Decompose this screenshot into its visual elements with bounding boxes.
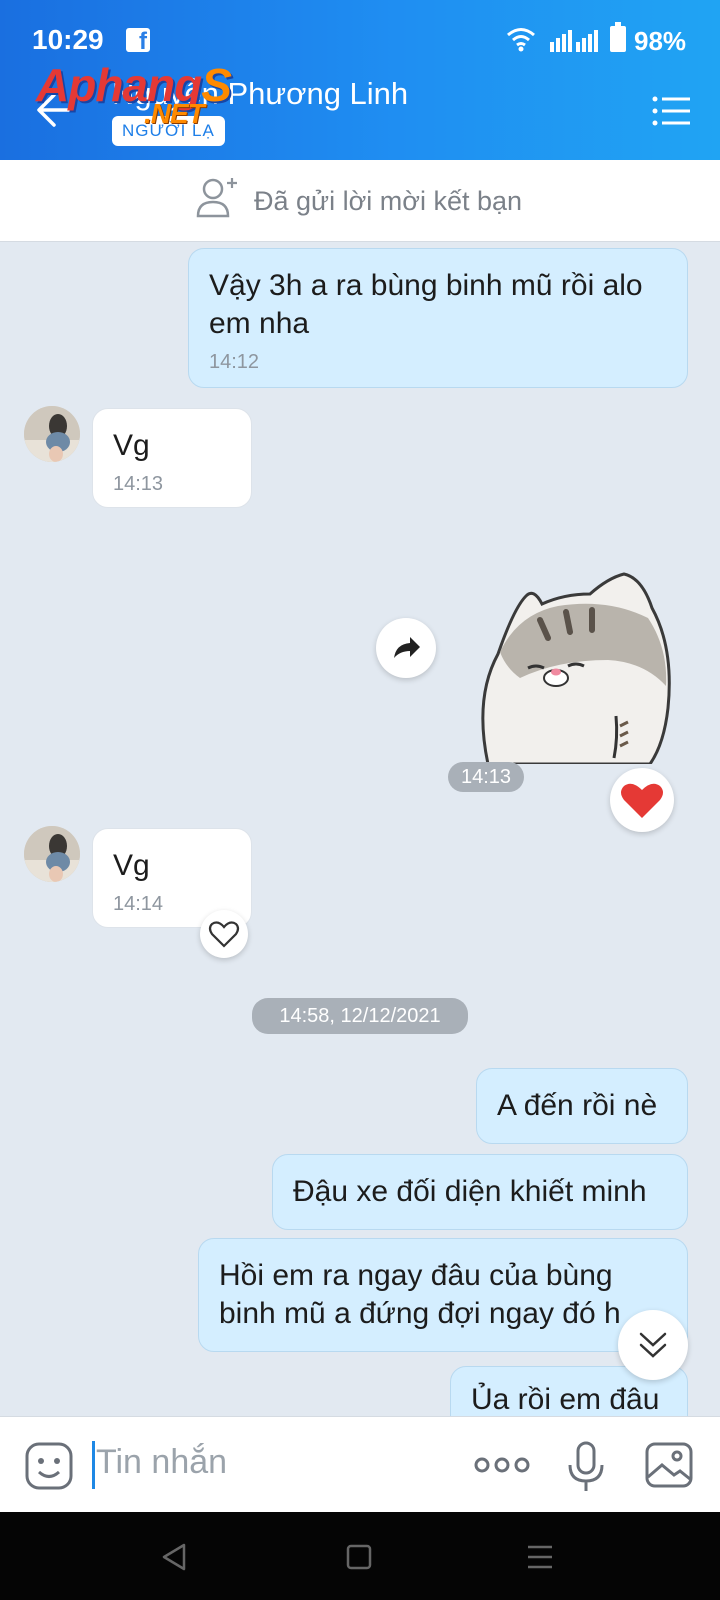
header-bar: 10:29 f 98% Nguyễn Phương Linh NGƯỜI LẠ … [0,0,720,160]
image-gallery-icon[interactable] [644,1441,694,1489]
message-text: Vg [113,849,150,882]
double-chevron-down-icon [639,1332,667,1358]
react-button[interactable] [200,910,248,958]
message-input-bar: Tin nhắn [0,1416,720,1512]
more-options-icon[interactable] [474,1455,530,1475]
message-bubble-sent[interactable]: Đậu xe đối diện khiết minh [272,1154,688,1230]
nav-recents-icon[interactable] [526,1544,554,1570]
forward-button[interactable] [376,618,436,678]
cat-sticker[interactable] [468,568,684,764]
list-menu-icon[interactable] [652,96,692,126]
message-bubble-received[interactable]: Vg 14:13 [92,408,252,508]
contact-avatar[interactable] [24,826,80,882]
friend-request-text: Đã gửi lời mời kết bạn [254,186,523,216]
system-navigation-bar [0,1512,720,1600]
message-text: Hồi em ra ngay đâu của bùng binh mũ a đứ… [219,1259,621,1330]
microphone-icon[interactable] [566,1441,606,1493]
message-text: Đậu xe đối diện khiết minh [293,1175,647,1208]
emoji-sticker-icon[interactable] [24,1441,74,1491]
message-bubble-sent[interactable]: A đến rồi nè [476,1068,688,1144]
message-input[interactable]: Tin nhắn [96,1443,227,1482]
text-caret [92,1441,95,1489]
message-text: Ủa rồi em đâu [471,1383,660,1416]
heart-icon [621,783,663,818]
status-time: 10:29 [32,24,104,55]
nav-back-icon[interactable] [160,1542,188,1572]
scroll-down-button[interactable] [618,1310,688,1380]
facebook-icon: f [126,28,150,54]
message-time-pill: 14:13 [448,762,524,792]
message-bubble-sent[interactable]: Vậy 3h a ra bùng binh mũ rồi alo em nha … [188,248,688,388]
message-text: A đến rồi nè [497,1089,658,1122]
add-friend-icon [196,178,237,218]
heart-outline-icon [208,921,240,948]
message-text: Vậy 3h a ra bùng binh mũ rồi alo em nha [209,269,643,340]
wifi-icon [507,28,535,52]
date-separator: 14:58, 12/12/2021 [252,998,468,1034]
nav-home-icon[interactable] [346,1544,372,1570]
message-text: Vg [113,429,150,462]
battery-percent: 98% [634,26,687,56]
reaction-button[interactable] [610,768,674,832]
message-time: 14:12 [209,351,260,373]
message-time: 14:13 [113,473,164,495]
share-arrow-icon [394,637,420,658]
message-bubble-sent[interactable]: Hồi em ra ngay đâu của bùng binh mũ a đứ… [198,1238,688,1352]
friend-request-bar: Đã gửi lời mời kết bạn [0,160,720,242]
contact-avatar[interactable] [24,406,80,462]
chat-area[interactable]: Vậy 3h a ra bùng binh mũ rồi alo em nha … [0,242,720,1416]
battery-icon [610,22,626,52]
watermark-logo: AphangS .NET [36,59,232,129]
signal-icon [550,30,598,52]
